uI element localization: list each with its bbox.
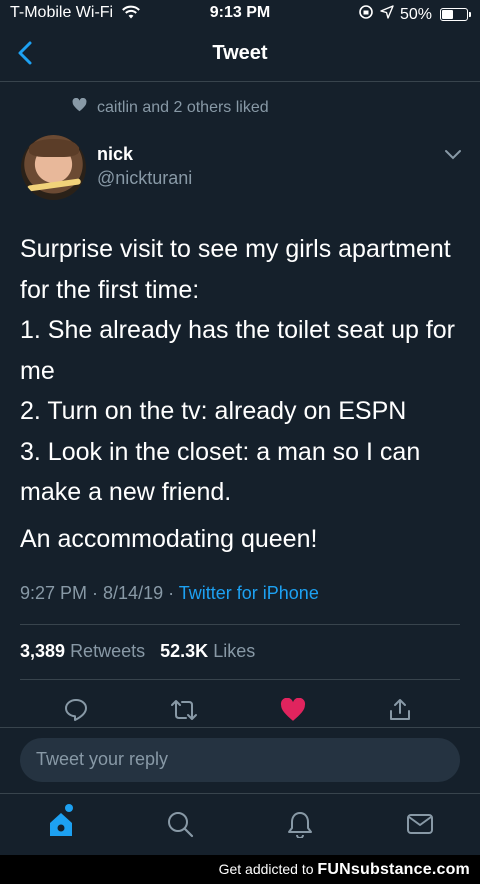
tab-bar — [0, 793, 480, 855]
search-icon — [168, 812, 194, 838]
tab-notifications[interactable] — [280, 806, 320, 842]
watermark-brand: FUNsubstance.com — [317, 861, 470, 878]
reply-button[interactable] — [56, 692, 96, 728]
likes-label: Likes — [213, 641, 256, 661]
tweet-timestamp: 9:27 PM · 8/14/19 · — [20, 583, 179, 603]
retweets-label: Retweets — [70, 641, 146, 661]
tweet-source-link[interactable]: Twitter for iPhone — [179, 583, 319, 603]
like-icon — [280, 698, 306, 721]
share-button[interactable] — [380, 692, 420, 728]
tweet-line: Surprise visit to see my girls apartment — [20, 235, 451, 263]
battery-percent: 50% — [399, 5, 432, 23]
rotation-lock-icon — [358, 4, 374, 25]
location-icon — [380, 5, 394, 24]
share-icon — [390, 699, 410, 720]
author-handle[interactable]: @nickturani — [97, 168, 192, 189]
tweet-line: 1. She already has the toilet seat up fo… — [20, 316, 455, 344]
avatar-caption — [26, 178, 82, 192]
tweet-line: me — [20, 356, 55, 385]
tweet-closing-line: An accommodating queen! — [20, 525, 318, 553]
author-name[interactable]: nick — [97, 144, 133, 165]
tweet-line: 2. Turn on the tv: already on ESPN — [20, 397, 407, 425]
like-button[interactable] — [273, 692, 313, 728]
notification-dot — [65, 804, 73, 812]
watermark: Get addicted to FUNsubstance.com — [0, 855, 480, 884]
tab-messages[interactable] — [400, 806, 440, 842]
likes-stat[interactable]: 52.3K Likes — [160, 641, 255, 661]
notifications-icon — [288, 812, 312, 838]
battery-icon — [440, 8, 471, 21]
tweet-stats: 3,389 Retweets 52.3K Likes — [20, 641, 255, 662]
reply-bar: Tweet your reply — [0, 727, 480, 793]
tab-search[interactable] — [160, 806, 200, 842]
tab-home[interactable] — [41, 804, 81, 842]
divider — [20, 624, 460, 625]
liked-text: caitlin and 2 others liked — [97, 98, 269, 116]
tweet-line: make a new friend. — [20, 478, 232, 506]
likes-count: 52.3K — [160, 641, 209, 661]
status-bar: T-Mobile Wi-Fi 9:13 PM 50% — [0, 0, 480, 28]
status-right: 50% — [358, 4, 471, 25]
page-title: Tweet — [212, 42, 268, 64]
tweet-meta: 9:27 PM · 8/14/19 · Twitter for iPhone — [20, 583, 319, 604]
heart-icon — [72, 97, 87, 117]
retweet-button[interactable] — [164, 692, 204, 728]
messages-icon — [407, 814, 433, 834]
retweet-icon — [171, 700, 197, 720]
home-icon — [50, 813, 72, 836]
tweet-line: for the first time: — [20, 275, 200, 304]
reply-icon — [65, 699, 87, 721]
reply-input[interactable]: Tweet your reply — [20, 738, 460, 782]
tweet-line: 3. Look in the closet: a man so I can — [20, 437, 421, 466]
avatar-hair — [29, 139, 79, 157]
battery-fill — [442, 10, 453, 19]
retweets-stat[interactable]: 3,389 Retweets — [20, 641, 145, 661]
watermark-prefix: Get addicted to — [218, 861, 318, 877]
tweet-text: Surprise visit to see my girls apartment… — [20, 229, 470, 513]
chevron-down-icon[interactable] — [444, 148, 462, 162]
retweets-count: 3,389 — [20, 641, 66, 661]
nav-bar: Tweet — [0, 28, 480, 82]
divider — [20, 679, 460, 680]
tweet-actions — [0, 692, 480, 728]
avatar[interactable] — [21, 135, 86, 200]
liked-context[interactable]: caitlin and 2 others liked — [72, 97, 269, 117]
